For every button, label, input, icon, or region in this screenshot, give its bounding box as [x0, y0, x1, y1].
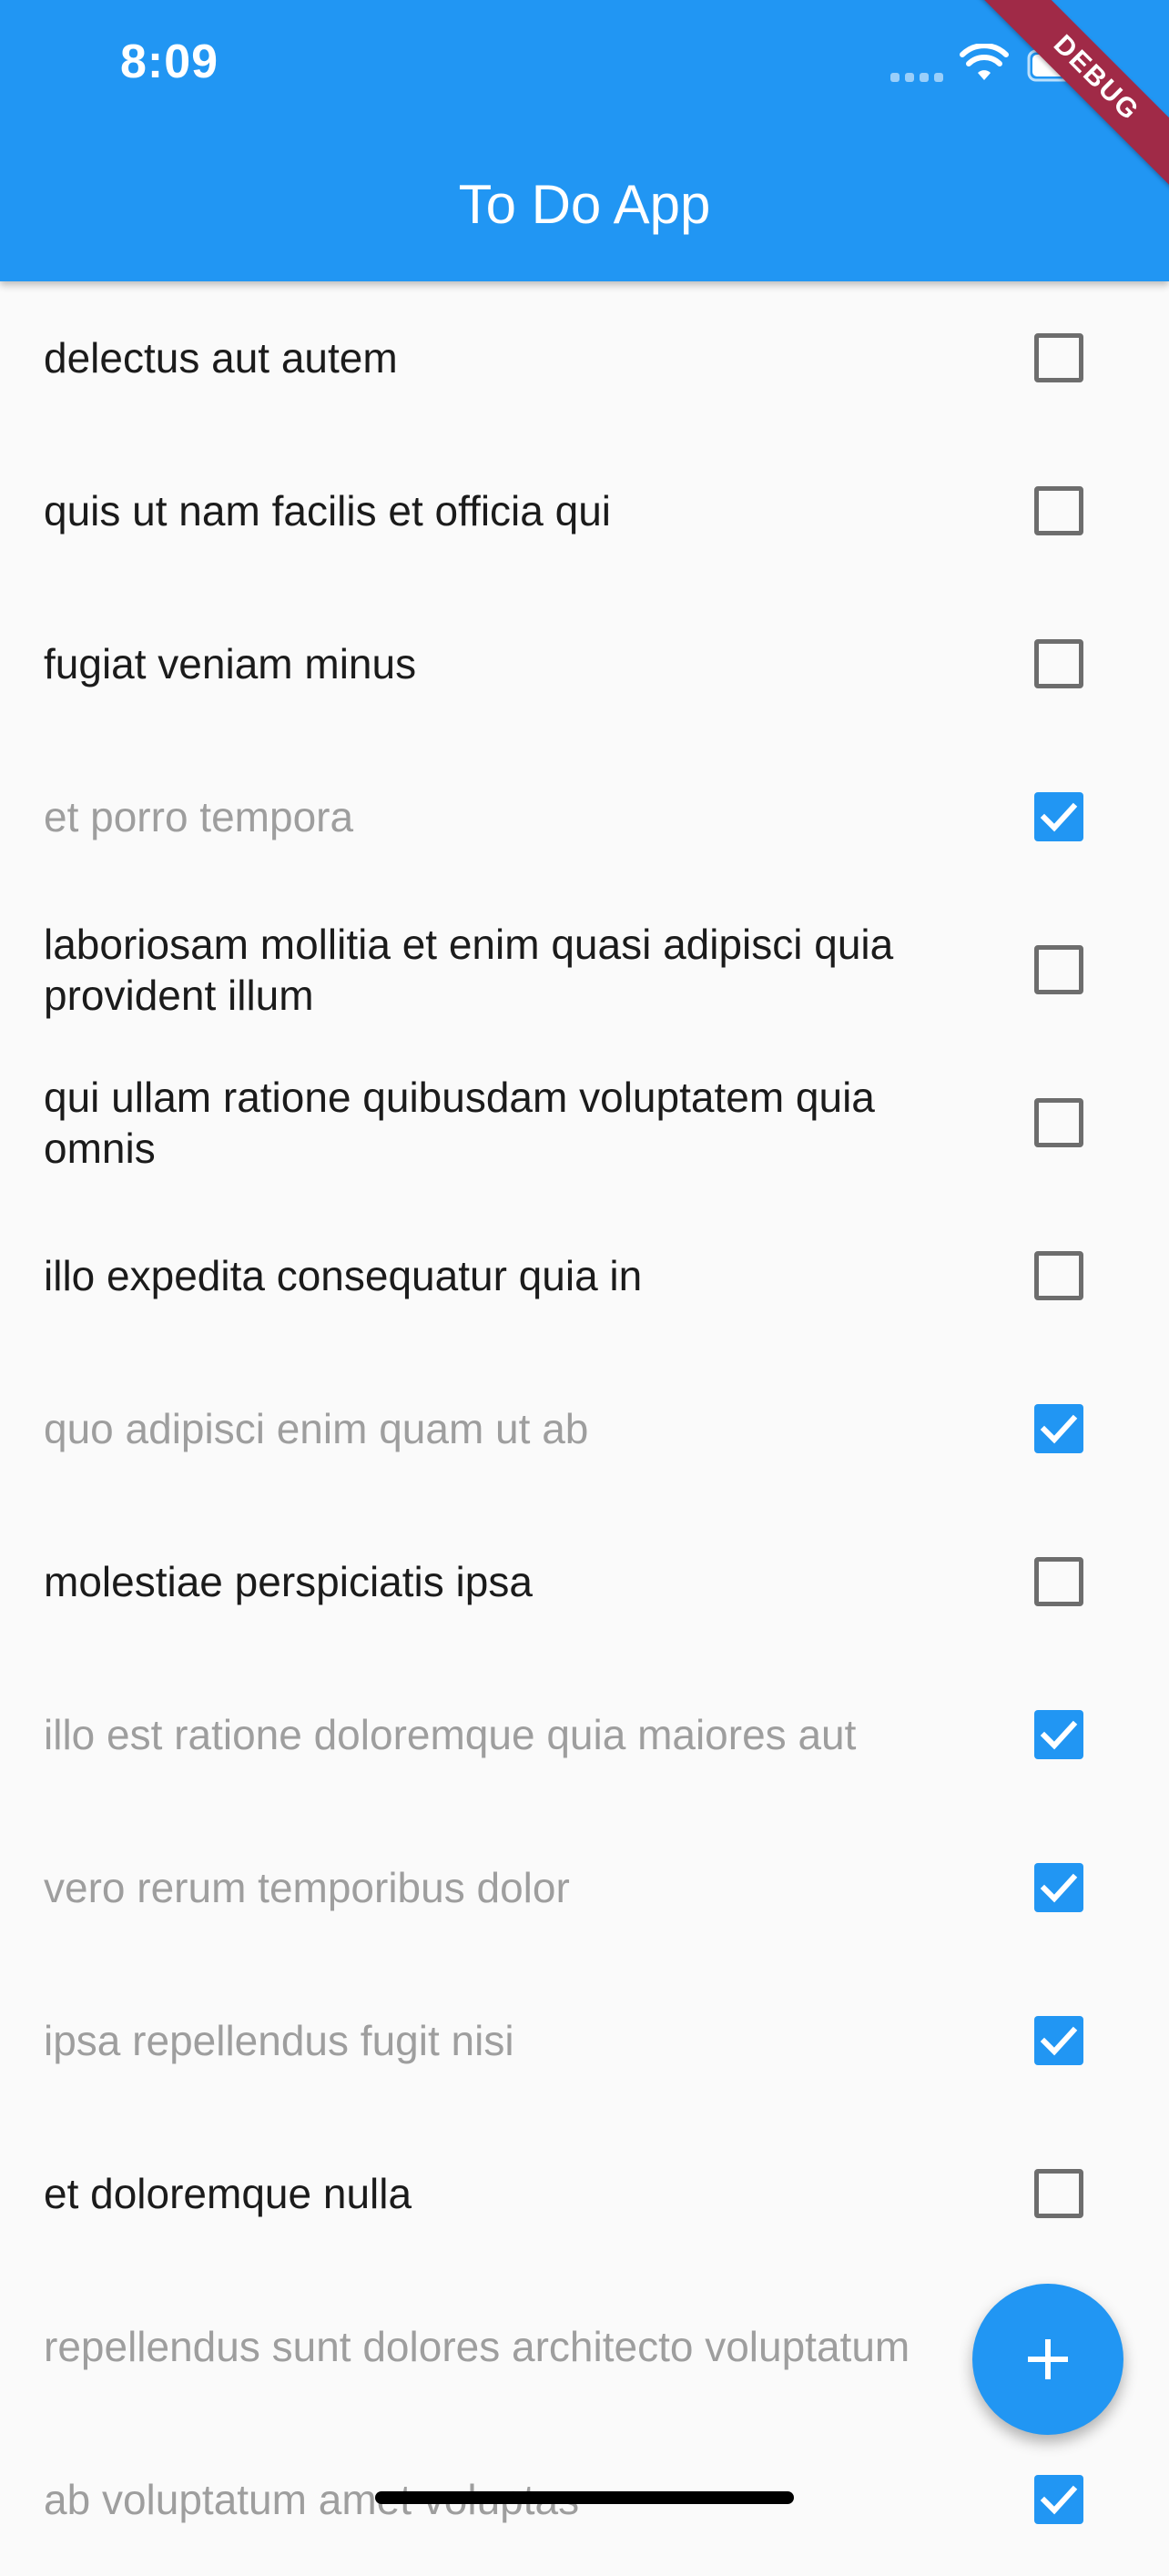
todo-item[interactable]: laboriosam mollitia et enim quasi adipis…	[0, 893, 1169, 1046]
check-icon	[1040, 2026, 1078, 2056]
todo-title: et doloremque nulla	[44, 2170, 412, 2217]
todo-item[interactable]: illo expedita consequatur quia in	[0, 1199, 1169, 1352]
todo-title: vero rerum temporibus dolor	[44, 1864, 570, 1911]
todo-title: molestiae perspiciatis ipsa	[44, 1558, 533, 1605]
todo-title: fugiat veniam minus	[44, 640, 417, 687]
todo-checkbox[interactable]	[1034, 486, 1083, 535]
todo-item[interactable]: delectus aut autem	[0, 281, 1169, 434]
todo-title: ipsa repellendus fugit nisi	[44, 2017, 514, 2064]
todo-item[interactable]: vero rerum temporibus dolor	[0, 1811, 1169, 1964]
todo-checkbox[interactable]	[1034, 2169, 1083, 2218]
todo-item[interactable]: quo adipisci enim quam ut ab	[0, 1352, 1169, 1505]
add-todo-button[interactable]	[972, 2284, 1123, 2435]
todo-title: quis ut nam facilis et officia qui	[44, 487, 612, 535]
check-icon	[1040, 1414, 1078, 1444]
home-indicator	[375, 2491, 794, 2504]
todo-checkbox[interactable]	[1034, 792, 1083, 841]
status-time: 8:09	[120, 36, 219, 88]
add-icon	[1028, 2339, 1068, 2379]
todo-item[interactable]: illo est ratione doloremque quia maiores…	[0, 1658, 1169, 1811]
todo-checkbox[interactable]	[1034, 333, 1083, 382]
todo-checkbox[interactable]	[1034, 1404, 1083, 1453]
check-icon	[1040, 2485, 1078, 2515]
wifi-icon	[960, 44, 1009, 80]
todo-checkbox[interactable]	[1034, 1557, 1083, 1606]
todo-item[interactable]: et doloremque nulla	[0, 2117, 1169, 2270]
signal-icon	[890, 73, 947, 82]
todo-item[interactable]: quis ut nam facilis et officia qui	[0, 434, 1169, 587]
todo-item[interactable]: fugiat veniam minus	[0, 587, 1169, 740]
todo-title: et porro tempora	[44, 793, 354, 840]
todo-checkbox[interactable]	[1034, 1251, 1083, 1300]
todo-item[interactable]: qui ullam ratione quibusdam voluptatem q…	[0, 1046, 1169, 1199]
todo-title: quo adipisci enim quam ut ab	[44, 1405, 589, 1452]
todo-title: laboriosam mollitia et enim quasi adipis…	[44, 921, 894, 1019]
todo-checkbox[interactable]	[1034, 639, 1083, 688]
todo-item[interactable]: et porro tempora	[0, 740, 1169, 893]
todo-checkbox[interactable]	[1034, 1098, 1083, 1147]
todo-title: illo est ratione doloremque quia maiores…	[44, 1711, 857, 1758]
check-icon	[1040, 1873, 1078, 1903]
check-icon	[1040, 802, 1078, 832]
todo-checkbox[interactable]	[1034, 2016, 1083, 2065]
todo-item[interactable]: molestiae perspiciatis ipsa	[0, 1505, 1169, 1658]
todo-title: qui ullam ratione quibusdam voluptatem q…	[44, 1074, 875, 1172]
app-bar: 8:09 To Do App	[0, 0, 1169, 281]
todo-title: illo expedita consequatur quia in	[44, 1252, 643, 1299]
todo-checkbox[interactable]	[1034, 945, 1083, 994]
todo-checkbox[interactable]	[1034, 2475, 1083, 2524]
todo-title: delectus aut autem	[44, 334, 398, 382]
todo-item[interactable]: ipsa repellendus fugit nisi	[0, 1964, 1169, 2117]
check-icon	[1040, 1720, 1078, 1750]
todo-checkbox[interactable]	[1034, 1710, 1083, 1759]
todo-checkbox[interactable]	[1034, 1863, 1083, 1912]
app-title: To Do App	[458, 174, 711, 235]
todo-title: repellendus sunt dolores architecto volu…	[44, 2323, 910, 2370]
